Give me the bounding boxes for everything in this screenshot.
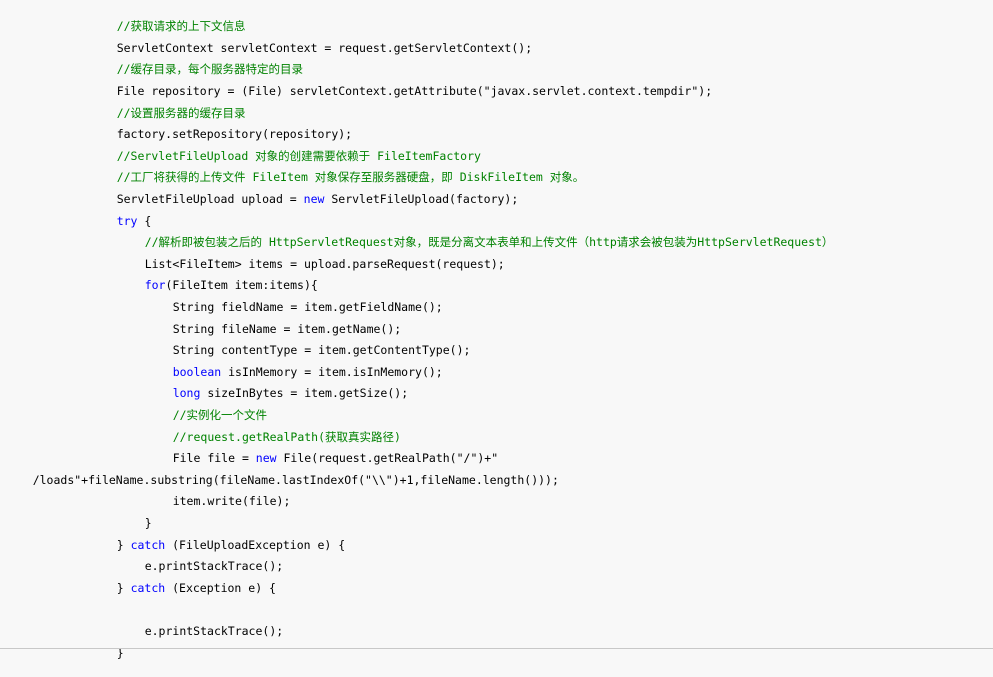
code-line: File repository = (File) servletContext.… xyxy=(89,67,712,98)
code-line: long sizeInBytes = item.getSize(); xyxy=(145,369,408,400)
code-line-comment: //缓存目录，每个服务器特定的目录 xyxy=(89,45,303,76)
code-line: String fieldName = item.getFieldName(); xyxy=(145,283,443,314)
code-text: /loads"+fileName.substring(fileName.last… xyxy=(32,473,559,487)
code-line-comment: //request.getRealPath(获取真实路径) xyxy=(145,413,401,444)
code-line: String contentType = item.getContentType… xyxy=(145,326,471,357)
code-line: for(FileItem item:items){ xyxy=(117,261,318,292)
code-block: //获取请求的上下文信息 ServletContext servletConte… xyxy=(0,0,993,660)
code-line: e.printStackTrace(); xyxy=(117,542,283,573)
code-line: item.write(file); xyxy=(145,477,291,508)
code-line: File file = new File(request.getRealPath… xyxy=(145,434,498,465)
code-line: ServletFileUpload upload = new ServletFi… xyxy=(89,175,519,206)
keyword-catch: catch xyxy=(130,581,166,595)
code-text: item.write(file); xyxy=(172,494,291,508)
code-line-comment: //解析即被包装之后的 HttpServletRequest对象，既是分离文本表… xyxy=(117,218,834,249)
code-line: e.printStackTrace(); xyxy=(117,607,283,638)
code-line-comment: //ServletFileUpload 对象的创建需要依赖于 FileItemF… xyxy=(89,132,481,163)
code-line: ServletContext servletContext = request.… xyxy=(89,24,532,55)
code-line: try { xyxy=(89,197,152,228)
code-text: ServletFileUpload(factory); xyxy=(324,192,519,206)
code-line: factory.setRepository(repository); xyxy=(89,110,352,141)
code-text: (Exception e) { xyxy=(165,581,276,595)
code-line: } catch (FileUploadException e) { xyxy=(89,521,346,552)
keyword-new: new xyxy=(303,192,325,206)
code-line: String fileName = item.getName(); xyxy=(145,305,401,336)
code-line-comment: //获取请求的上下文信息 xyxy=(89,2,246,33)
code-line-comment: //实例化一个文件 xyxy=(145,391,267,422)
code-line-comment: //设置服务器的缓存目录 xyxy=(89,89,246,120)
code-line: } xyxy=(89,629,124,660)
code-line: } xyxy=(117,499,152,530)
code-line: boolean isInMemory = item.isInMemory(); xyxy=(145,348,443,379)
code-text: } xyxy=(116,581,131,595)
code-line-comment: //工厂将获得的上传文件 FileItem 对象保存至服务器硬盘，即 DiskF… xyxy=(89,153,585,184)
code-text: e.printStackTrace(); xyxy=(144,624,284,638)
bottom-divider xyxy=(0,648,993,649)
code-line: List<FileItem> items = upload.parseReque… xyxy=(117,240,505,271)
code-line: } catch (Exception e) { xyxy=(89,564,276,595)
code-line-wrapped: /loads"+fileName.substring(fileName.last… xyxy=(5,456,559,487)
